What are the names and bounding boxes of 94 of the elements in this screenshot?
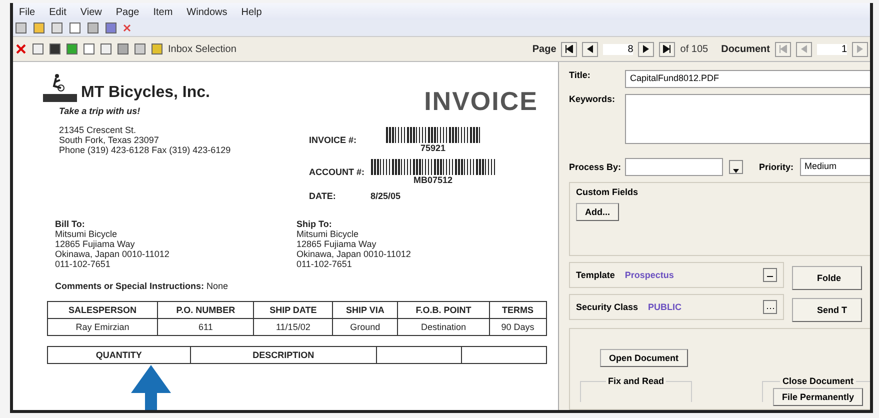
title-field[interactable]: CapitalFund8012.PDF — [625, 70, 870, 88]
next-page-button[interactable] — [638, 42, 654, 56]
security-label: Security Class — [576, 302, 638, 312]
open-document-button[interactable]: Open Document — [600, 349, 688, 367]
menu-item[interactable]: Help — [241, 7, 262, 18]
first-page-button[interactable] — [561, 42, 578, 56]
party-heading: Bill To: — [55, 219, 86, 229]
menu-item[interactable]: Windows — [186, 7, 228, 18]
side-button[interactable]: Send T — [792, 298, 862, 322]
comments-text: Comments or Special Instructions: None — [55, 281, 230, 291]
dash-icon — [767, 276, 773, 278]
barcode-icon — [370, 159, 496, 175]
page-label: Page — [532, 44, 556, 54]
column-header: QUANTITY — [48, 346, 190, 364]
invoice-date: 8/25/05 — [370, 191, 402, 201]
party-line: 011-102-7651 — [55, 259, 112, 269]
invoice-number-label: INVOICE #: — [309, 135, 358, 145]
group-heading: Close Document — [780, 376, 856, 386]
group-heading: Custom Fields — [576, 187, 640, 197]
table-cell: 90 Days — [489, 318, 546, 336]
column-header: SHIP VIA — [332, 302, 398, 318]
template-label: Template — [576, 270, 615, 280]
tagline: Take a trip with us! — [59, 106, 142, 116]
previous-page-button[interactable] — [582, 42, 598, 56]
file-permanently-button[interactable]: File Permanently — [772, 388, 864, 406]
next-icon — [857, 45, 863, 53]
column-header: SHIP DATE — [254, 302, 332, 318]
menu-item[interactable]: Item — [153, 7, 173, 18]
party-line: 12865 Fujiama Way — [296, 239, 378, 249]
first-icon — [779, 45, 787, 53]
dropdown-button[interactable] — [729, 160, 743, 174]
company-name: MT Bicycles, Inc. — [81, 84, 210, 102]
party-line: 011-102-7651 — [296, 259, 353, 269]
next-icon — [643, 45, 650, 53]
table-cell: Destination — [398, 318, 490, 336]
keywords-label: Keywords: — [569, 94, 616, 104]
close-icon[interactable] — [15, 43, 27, 55]
close-icon[interactable] — [123, 24, 131, 32]
next-document-button[interactable] — [852, 42, 868, 56]
caret-icon — [733, 169, 739, 173]
party-line: Okinawa, Japan 0010-11012 — [296, 249, 412, 259]
invoice-title: INVOICE — [424, 86, 538, 117]
account-number: MB07512 — [413, 175, 453, 185]
party-heading: Ship To: — [296, 219, 333, 229]
party-line: Mitsumi Bicycle — [296, 229, 360, 239]
table-cell: Ground — [332, 318, 398, 336]
date-label: DATE: — [309, 191, 337, 201]
column-header: TERMS — [489, 302, 546, 318]
table-cell: Ray Emirzian — [48, 318, 158, 336]
last-icon — [663, 45, 672, 53]
menu-item[interactable]: File — [19, 7, 36, 18]
cyclist-logo-icon — [43, 72, 77, 102]
last-page-button[interactable] — [659, 42, 676, 56]
add-button[interactable]: Add... — [576, 203, 619, 221]
keywords-field[interactable] — [625, 94, 870, 144]
address-line: Phone (319) 423-6128 Fax (319) 423-6129 — [59, 145, 232, 155]
security-button[interactable] — [763, 300, 777, 314]
priority-field[interactable]: Medium — [800, 158, 870, 176]
menu-item[interactable]: View — [80, 7, 102, 18]
table-cell: 11/15/02 — [254, 318, 332, 336]
account-number-label: ACCOUNT #: — [309, 167, 364, 177]
priority-label: Priority: — [759, 162, 794, 172]
party-line: 12865 Fujiama Way — [55, 239, 136, 249]
page-field[interactable]: 8 — [603, 44, 634, 54]
column-header: DESCRIPTION — [190, 346, 376, 364]
first-document-button[interactable] — [775, 42, 791, 56]
previous-icon — [587, 45, 594, 53]
menu-item[interactable]: Edit — [49, 7, 66, 18]
toolbar-label: Inbox Selection — [168, 44, 236, 54]
previous-document-button[interactable] — [796, 42, 812, 56]
column-header: P.O. NUMBER — [158, 302, 254, 318]
template-value: Prospectus — [624, 270, 674, 280]
previous-icon — [801, 45, 807, 53]
page-count: of 105 — [680, 44, 708, 54]
party-line: Okinawa, Japan 0010-11012 — [55, 249, 170, 259]
security-value: PUBLIC — [648, 302, 682, 312]
document-field[interactable]: 1 — [817, 44, 847, 54]
process-by-label: Process By: — [569, 162, 619, 172]
address-line: South Fork, Texas 23097 — [59, 135, 160, 145]
process-by-field[interactable] — [625, 158, 723, 176]
invoice-number: 75921 — [420, 143, 446, 153]
table-cell: 611 — [158, 318, 254, 336]
group-heading: Fix and Read — [606, 376, 666, 386]
party-line: Mitsumi Bicycle — [55, 229, 118, 239]
side-button[interactable]: Folde — [792, 266, 862, 290]
document-label: Document — [721, 44, 770, 54]
address-line: 21345 Crescent St. — [59, 125, 138, 135]
title-label: Title: — [569, 70, 592, 80]
first-icon — [565, 45, 574, 53]
column-header: SALESPERSON — [48, 302, 158, 318]
template-button[interactable] — [763, 268, 777, 282]
menu-item[interactable]: Page — [116, 7, 140, 18]
column-header: F.O.B. POINT — [398, 302, 490, 318]
barcode-icon — [386, 127, 480, 143]
